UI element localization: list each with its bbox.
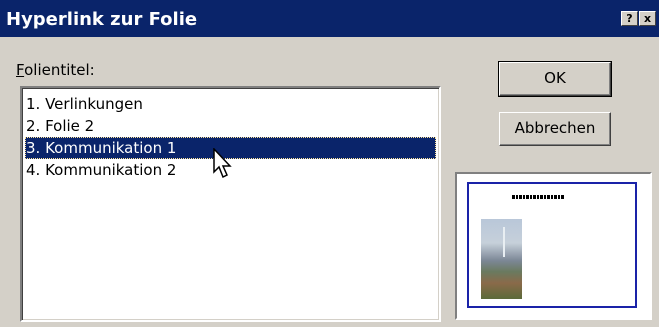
list-item[interactable]: 1. Verlinkungen xyxy=(25,93,436,115)
slide-preview xyxy=(455,172,652,320)
label-text: olientitel: xyxy=(24,61,95,79)
cancel-button[interactable]: Abbrechen xyxy=(499,112,611,146)
slide-title-label: Folientitel: xyxy=(16,61,95,79)
title-bar[interactable]: Hyperlink zur Folie ? x xyxy=(0,0,659,37)
slide-thumbnail xyxy=(467,182,637,308)
dialog-title: Hyperlink zur Folie xyxy=(6,9,198,30)
chimney-shape xyxy=(503,227,505,257)
close-button[interactable]: x xyxy=(639,11,656,26)
list-item[interactable]: 2. Folie 2 xyxy=(25,115,436,137)
help-button[interactable]: ? xyxy=(621,11,638,26)
slide-title-text xyxy=(512,195,564,199)
label-accelerator: F xyxy=(16,61,25,79)
ok-button[interactable]: OK xyxy=(498,61,612,97)
slide-list[interactable]: 1. Verlinkungen 2. Folie 2 3. Kommunikat… xyxy=(20,86,441,322)
mouse-pointer-icon xyxy=(213,148,232,179)
slide-photo xyxy=(481,219,522,299)
